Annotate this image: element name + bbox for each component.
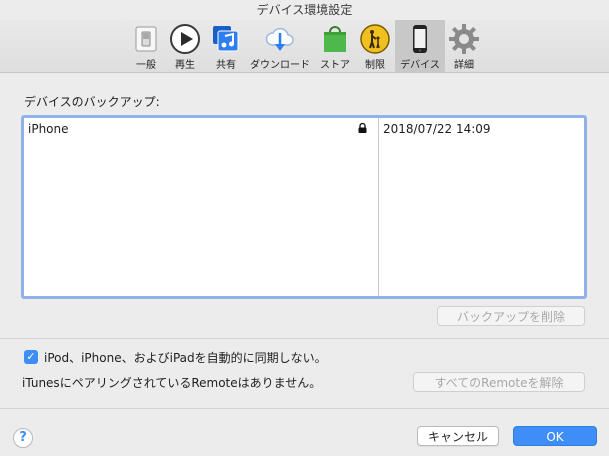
disable-auto-sync-label: iPod、iPhone、およびiPadを自動的に同期しない。: [44, 351, 327, 365]
toolbar-devices-tab[interactable]: デバイス: [395, 20, 445, 72]
toolbar-download-tab[interactable]: ダウンロード: [247, 20, 313, 72]
cancel-button[interactable]: キャンセル: [417, 426, 499, 446]
restrictions-parental-icon: [360, 24, 390, 54]
backup-list[interactable]: iPhone 2018/07/22 14:09: [21, 115, 587, 299]
preferences-toolbar: 一般 再生 共有 ダウンロード ストア 制限 デバイス 詳細: [0, 20, 609, 73]
ok-button[interactable]: OK: [513, 426, 597, 446]
toolbar-general-tab[interactable]: 一般: [127, 20, 165, 72]
toolbar-sharing-tab[interactable]: 共有: [206, 20, 246, 72]
toolbar-restrictions-tab[interactable]: 制限: [356, 20, 394, 72]
toolbar-advanced-tab[interactable]: 詳細: [446, 20, 482, 72]
gear-icon: [449, 24, 479, 54]
window-title: デバイス環境設定: [256, 3, 353, 17]
backups-section-label: デバイスのバックアップ:: [24, 95, 160, 109]
general-switch-icon: [135, 26, 157, 52]
help-button[interactable]: ?: [13, 428, 33, 448]
device-iphone-icon: [413, 25, 427, 53]
remote-status-text: iTunesにペアリングされているRemoteはありません。: [22, 376, 322, 390]
download-cloud-icon: [265, 27, 294, 51]
column-divider: [378, 118, 379, 296]
backup-row-date: 2018/07/22 14:09: [383, 122, 491, 136]
toolbar-store-tab[interactable]: ストア: [316, 20, 354, 72]
sharing-music-icon: [213, 26, 239, 52]
toolbar-playback-tab[interactable]: 再生: [166, 20, 204, 72]
separator: [0, 338, 609, 339]
footer-separator: [0, 408, 609, 409]
backup-row-name[interactable]: iPhone: [28, 122, 69, 136]
disable-auto-sync-checkbox[interactable]: ✓: [24, 350, 38, 364]
delete-backup-button[interactable]: バックアップを削除: [437, 306, 585, 326]
lock-icon: [358, 123, 367, 133]
store-bag-icon: [324, 26, 346, 52]
play-icon: [170, 24, 200, 54]
unpair-remotes-button[interactable]: すべてのRemoteを解除: [413, 372, 585, 392]
